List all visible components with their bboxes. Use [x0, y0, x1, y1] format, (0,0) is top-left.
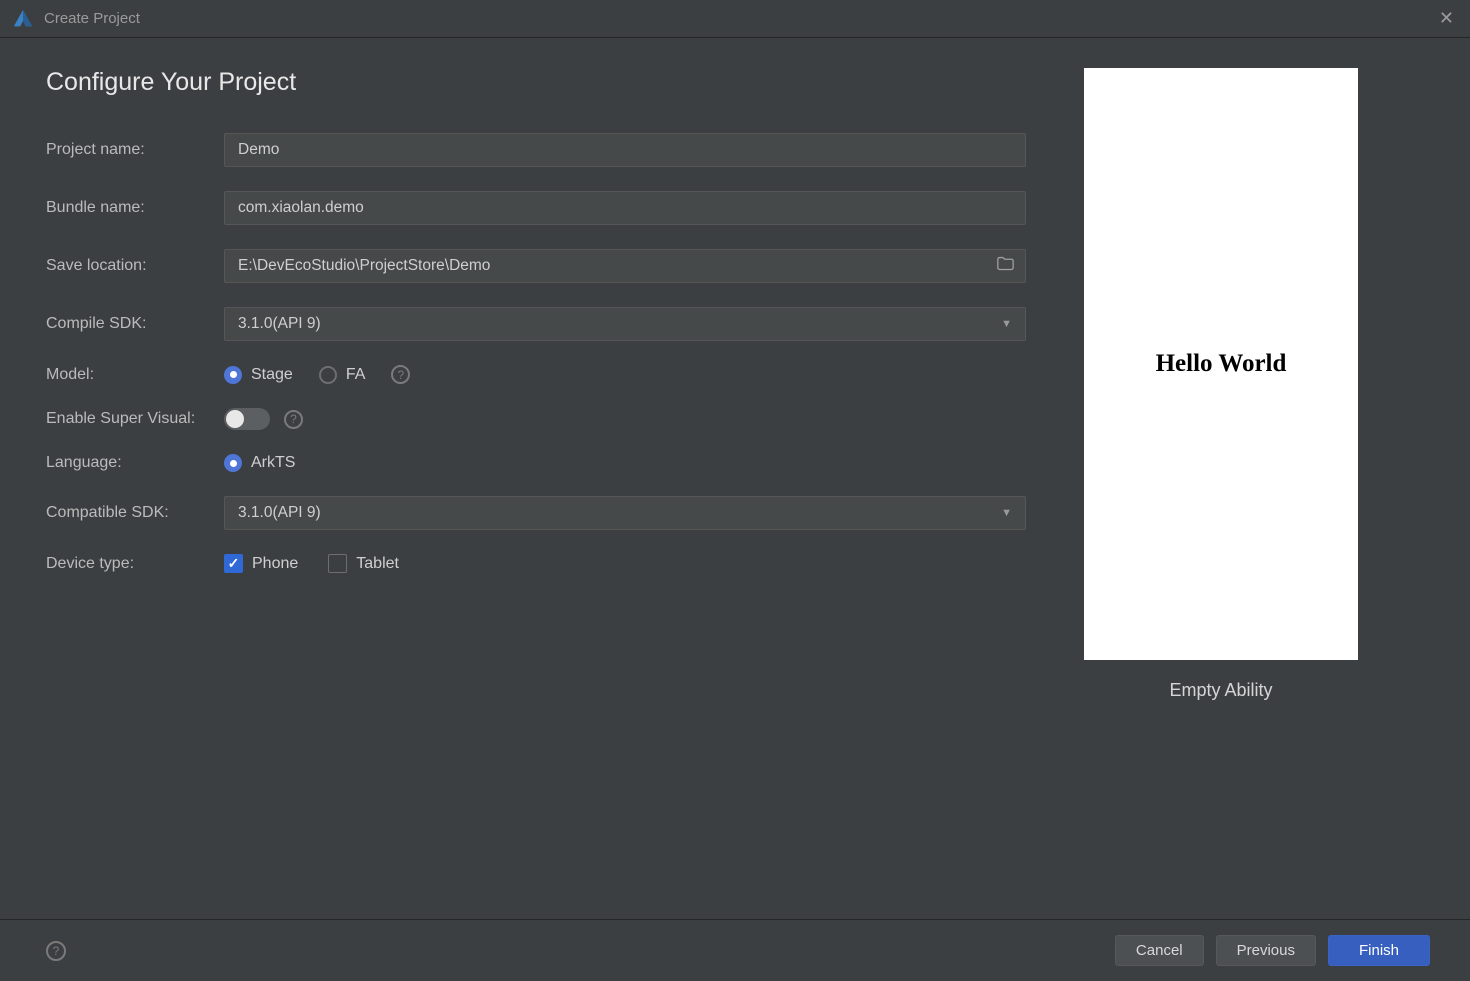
content-area: Configure Your Project Project name: Bun… [0, 38, 1470, 919]
app-logo-icon [12, 8, 34, 30]
radio-icon [224, 366, 242, 384]
language-radio-arkts[interactable]: ArkTS [224, 454, 295, 472]
bundle-name-label: Bundle name: [46, 199, 224, 217]
compile-sdk-select[interactable]: 3.1.0(API 9) ▼ [224, 307, 1026, 341]
compile-sdk-label: Compile SDK: [46, 315, 224, 333]
compatible-sdk-value: 3.1.0(API 9) [238, 504, 321, 522]
preview-caption: Empty Ability [1169, 680, 1272, 701]
device-checkbox-phone[interactable]: Phone [224, 554, 298, 573]
window-title: Create Project [44, 10, 140, 27]
title-bar: Create Project ✕ [0, 0, 1470, 38]
project-name-label: Project name: [46, 141, 224, 159]
chevron-down-icon: ▼ [1001, 318, 1012, 330]
form-column: Configure Your Project Project name: Bun… [46, 68, 1026, 919]
footer: ? Cancel Previous Finish [0, 919, 1470, 981]
checkbox-icon [328, 554, 347, 573]
model-radio-stage[interactable]: Stage [224, 366, 293, 384]
radio-icon [224, 454, 242, 472]
compile-sdk-value: 3.1.0(API 9) [238, 315, 321, 333]
template-preview: Hello World [1084, 68, 1358, 660]
compatible-sdk-select[interactable]: 3.1.0(API 9) ▼ [224, 496, 1026, 530]
footer-help-icon[interactable]: ? [46, 941, 66, 961]
save-location-input[interactable] [224, 249, 1026, 283]
bundle-name-input[interactable] [224, 191, 1026, 225]
radio-icon [319, 366, 337, 384]
radio-label: Stage [251, 366, 293, 384]
browse-folder-icon[interactable] [997, 257, 1014, 276]
chevron-down-icon: ▼ [1001, 507, 1012, 519]
preview-text: Hello World [1156, 350, 1287, 378]
checkbox-label: Tablet [356, 555, 399, 573]
preview-column: Hello World Empty Ability [1066, 68, 1376, 919]
language-label: Language: [46, 454, 224, 472]
device-type-label: Device type: [46, 555, 224, 573]
checkbox-label: Phone [252, 555, 298, 573]
project-name-input[interactable] [224, 133, 1026, 167]
radio-label: ArkTS [251, 454, 295, 472]
model-help-icon[interactable]: ? [391, 365, 410, 384]
save-location-label: Save location: [46, 257, 224, 275]
radio-label: FA [346, 366, 366, 384]
close-icon[interactable]: ✕ [1435, 4, 1458, 33]
finish-button[interactable]: Finish [1328, 935, 1430, 966]
super-visual-toggle[interactable] [224, 408, 270, 430]
super-visual-label: Enable Super Visual: [46, 410, 224, 428]
device-checkbox-tablet[interactable]: Tablet [328, 554, 399, 573]
compatible-sdk-label: Compatible SDK: [46, 504, 224, 522]
previous-button[interactable]: Previous [1216, 935, 1316, 966]
model-label: Model: [46, 366, 224, 384]
model-radio-fa[interactable]: FA [319, 366, 366, 384]
checkbox-icon [224, 554, 243, 573]
super-visual-help-icon[interactable]: ? [284, 410, 303, 429]
cancel-button[interactable]: Cancel [1115, 935, 1204, 966]
page-title: Configure Your Project [46, 68, 1026, 97]
